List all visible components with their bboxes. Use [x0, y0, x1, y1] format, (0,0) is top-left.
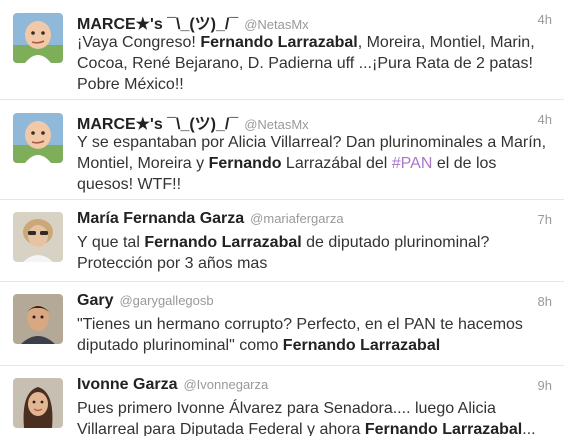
woman-sunglasses-avatar[interactable]	[13, 212, 63, 262]
tweet-item[interactable]: María Fernanda Garza @mariafergarza 7h Y …	[0, 200, 564, 282]
tweet-timestamp[interactable]: 8h	[538, 294, 552, 309]
tweet-author-name[interactable]: María Fernanda Garza	[77, 210, 244, 227]
tweet-feed: MARCE★'s ¯\_(ツ)_/¯ @NetasMx 4h ¡Vaya Cong…	[0, 0, 564, 436]
tweet-author-name[interactable]: Gary	[77, 292, 113, 309]
tweet-author-name[interactable]: MARCE★'s ¯\_(ツ)_/¯	[77, 16, 238, 33]
highlighted-term: Fernando	[208, 155, 282, 172]
highlighted-term: Fernando Larrazabal	[200, 34, 358, 51]
tweet-text-segment: Larrazábal del	[281, 155, 392, 172]
tweet-text-segment: ¡Vaya Congreso!	[77, 34, 201, 51]
tweet-text: Y que tal Fernando Larrazabal de diputad…	[77, 232, 554, 274]
hashtag-link[interactable]: #PAN	[392, 155, 433, 172]
tweet-timestamp[interactable]: 4h	[538, 112, 552, 127]
tweet-text-segment: ...	[522, 421, 536, 436]
tweet-timestamp[interactable]: 4h	[538, 12, 552, 27]
tweet-author-handle[interactable]: @mariafergarza	[250, 211, 343, 226]
tweet-item[interactable]: MARCE★'s ¯\_(ツ)_/¯ @NetasMx 4h Y se espan…	[0, 100, 564, 200]
tweet-text-segment: Y que tal	[77, 234, 145, 251]
tweet-item[interactable]: Gary @garygallegosb 8h "Tienes un hermano…	[0, 282, 564, 366]
tweet-text: ¡Vaya Congreso! Fernando Larrazabal, Mor…	[77, 32, 554, 95]
tweet-author-handle[interactable]: @garygallegosb	[119, 293, 213, 308]
baby-avatar[interactable]	[13, 113, 63, 163]
tweet-text: Y se espantaban por Alicia Villarreal? D…	[77, 132, 554, 195]
tweet-author-name[interactable]: MARCE★'s ¯\_(ツ)_/¯	[77, 116, 238, 133]
tweet-author-handle[interactable]: @Ivonnegarza	[183, 377, 268, 392]
tweet-author-handle[interactable]: @NetasMx	[244, 117, 309, 132]
woman-avatar[interactable]	[13, 378, 63, 428]
tweet-item[interactable]: Ivonne Garza @Ivonnegarza 9h Pues primero…	[0, 366, 564, 436]
tweet-item[interactable]: MARCE★'s ¯\_(ツ)_/¯ @NetasMx 4h ¡Vaya Cong…	[0, 0, 564, 100]
tweet-author-handle[interactable]: @NetasMx	[244, 17, 309, 32]
tweet-timestamp[interactable]: 9h	[538, 378, 552, 393]
highlighted-term: Fernando Larrazabal	[364, 421, 523, 436]
tweet-text: Pues primero Ivonne Álvarez para Senador…	[77, 398, 554, 436]
tweet-timestamp[interactable]: 7h	[538, 212, 552, 227]
tweet-text: "Tienes un hermano corrupto? Perfecto, e…	[77, 314, 554, 356]
tweet-author-name[interactable]: Ivonne Garza	[77, 376, 177, 393]
highlighted-term: Fernando Larrazabal	[282, 337, 441, 354]
man-avatar[interactable]	[13, 294, 63, 344]
highlighted-term: Fernando Larrazabal	[144, 234, 302, 251]
baby-avatar[interactable]	[13, 13, 63, 63]
